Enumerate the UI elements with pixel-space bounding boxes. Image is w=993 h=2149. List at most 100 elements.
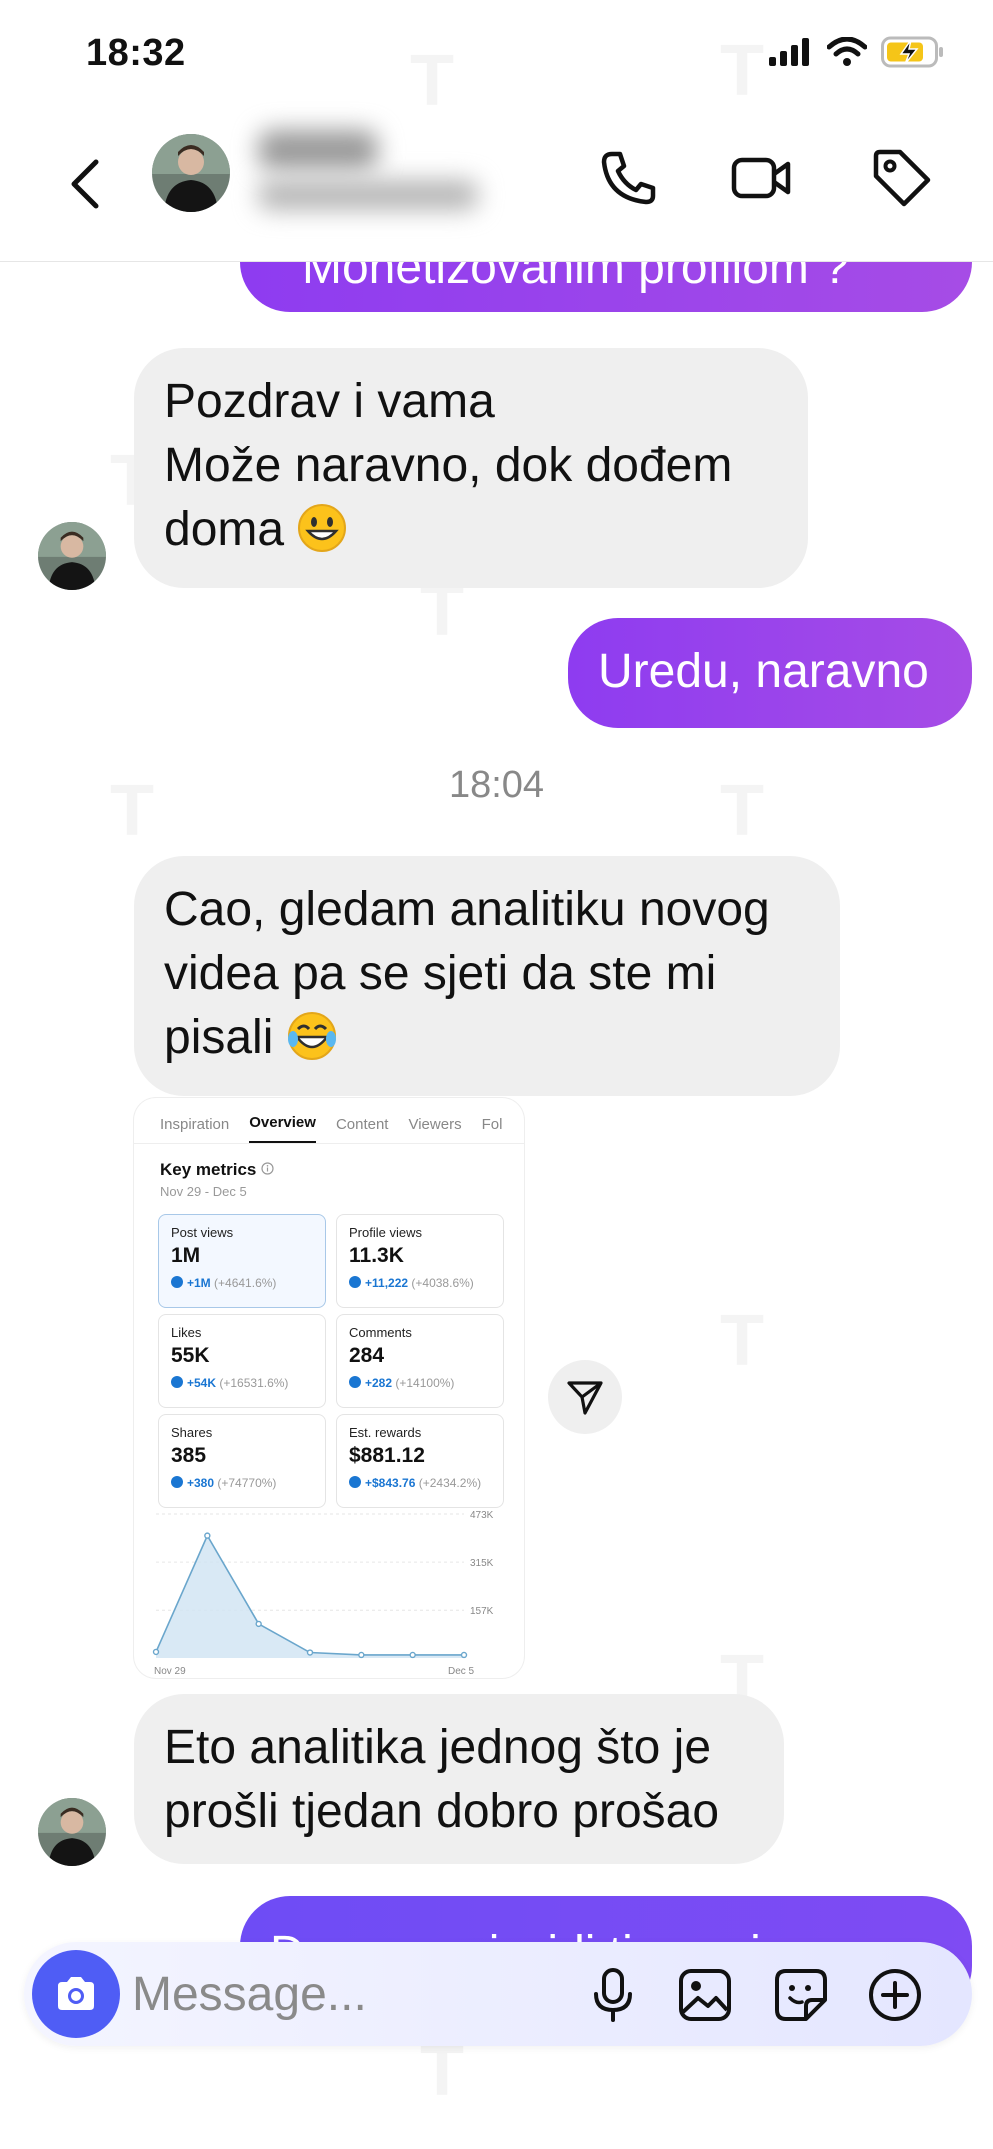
chart-point [255, 1620, 262, 1628]
message-line-text: pisali [164, 1011, 274, 1064]
grinning-face-emoji [297, 503, 347, 553]
metric-change-value: +$843.76 [365, 1476, 416, 1490]
message-input[interactable] [132, 1962, 572, 2026]
message-timestamp: 18:04 [448, 764, 545, 806]
message-incoming[interactable]: Eto analitika jednog što je prošli tjeda… [134, 1694, 784, 1864]
message-line: prošli tjedan dobro prošao [164, 1785, 720, 1838]
sticker-icon[interactable] [772, 1966, 830, 2024]
key-metrics-title: Key metrics [160, 1160, 274, 1180]
analytics-tab-active: Overview [249, 1114, 316, 1143]
metric-label: Comments [349, 1325, 412, 1340]
message-line: doma [164, 498, 778, 562]
contact-name[interactable] [258, 130, 378, 170]
phone-call-icon[interactable] [596, 146, 660, 210]
metric-change-pct: (+2434.2%) [418, 1476, 482, 1490]
arrow-up-icon [349, 1376, 361, 1388]
metric-change-pct: (+4038.6%) [411, 1276, 474, 1290]
chart-y-tick: 473K [470, 1510, 494, 1521]
metric-change-pct: (+74770%) [217, 1476, 277, 1490]
metric-value: 385 [171, 1444, 207, 1467]
date-range: Nov 29 - Dec 5 [160, 1184, 247, 1199]
metric-change: +282 (+14100%) [349, 1376, 491, 1390]
metric-change-pct: (+14100%) [395, 1376, 455, 1390]
message-line: pisali [164, 1006, 810, 1070]
analytics-tabs: Inspiration Overview Content Viewers Fol [134, 1098, 524, 1144]
wifi-icon [827, 37, 867, 66]
status-bar: 18:32 [0, 0, 993, 110]
metric-change-value: +1M [187, 1276, 211, 1290]
metric-change: +380 (+74770%) [171, 1476, 313, 1490]
sender-avatar[interactable] [38, 1798, 106, 1866]
analytics-tab: Content [335, 1116, 389, 1133]
message-incoming[interactable]: Cao, gledam analitiku novog videa pa se … [134, 856, 840, 1096]
arrow-up-icon [171, 1476, 183, 1488]
message-text: Uredu, naravno [598, 645, 929, 698]
metric-change-pct: (+16531.6%) [219, 1376, 289, 1390]
metric-value: 55K [171, 1344, 210, 1367]
metric-change: +$843.76 (+2434.2%) [349, 1476, 491, 1490]
tears-of-joy-emoji [287, 1011, 337, 1061]
chart-point [460, 1651, 468, 1659]
signal-icon [769, 38, 809, 66]
metric-label: Shares [171, 1425, 213, 1440]
chat-screen: T T T T T T T T T T 18:32 [0, 0, 993, 2149]
metric-change: +54K (+16531.6%) [171, 1376, 313, 1390]
image-attachment[interactable]: Inspiration Overview Content Viewers Fol… [134, 1098, 524, 1678]
metric-label: Post views [171, 1225, 234, 1240]
metric-change-value: +380 [187, 1476, 215, 1490]
metric-change-value: +54K [187, 1376, 217, 1390]
plus-circle-icon[interactable] [866, 1966, 924, 2024]
back-arrow-icon[interactable] [62, 144, 112, 224]
metric-value: 11.3K [349, 1244, 404, 1267]
video-call-icon[interactable] [730, 146, 794, 210]
message-outgoing[interactable]: Uredu, naravno [568, 618, 972, 728]
views-chart: 157K 315K 473K Nov 29 Dec 5 [152, 1510, 494, 1677]
share-button[interactable] [548, 1360, 622, 1434]
metric-change: +11,222 (+4038.6%) [349, 1276, 491, 1290]
message-line: Može naravno, dok dođem [164, 439, 733, 492]
status-time: 18:32 [86, 32, 186, 74]
send-arrow-icon [567, 1381, 603, 1415]
arrow-up-icon [349, 1476, 361, 1488]
metric-value: 284 [349, 1344, 385, 1367]
analytics-tab: Inspiration [160, 1116, 230, 1133]
message-composer [24, 1942, 972, 2046]
battery-charging-icon [881, 36, 943, 68]
message-incoming[interactable]: Pozdrav i vama Može naravno, dok dođem d… [134, 348, 808, 588]
chart-x-tick: Nov 29 [154, 1666, 186, 1677]
key-metrics-title-text: Key metrics [160, 1160, 257, 1179]
chart-y-tick: 315K [470, 1558, 494, 1569]
arrow-up-icon [171, 1276, 183, 1288]
arrow-up-icon [349, 1276, 361, 1288]
sender-avatar[interactable] [38, 522, 106, 590]
metric-change-value: +11,222 [365, 1276, 409, 1290]
gallery-icon[interactable] [676, 1966, 734, 2024]
metric-card: Likes 55K +54K (+16531.6%) [158, 1314, 326, 1408]
metric-value: $881.12 [349, 1444, 425, 1467]
message-line: Cao, gledam analitiku novog [164, 883, 770, 936]
metric-change: +1M (+4641.6%) [171, 1276, 313, 1290]
metric-card: Comments 284 +282 (+14100%) [336, 1314, 504, 1408]
chart-area [156, 1535, 464, 1658]
chart-y-tick: 157K [470, 1606, 494, 1617]
analytics-tab: Fol [481, 1116, 503, 1133]
message-line: Eto analitika jednog što je [164, 1721, 712, 1774]
arrow-up-icon [171, 1376, 183, 1388]
microphone-icon[interactable] [584, 1966, 642, 2024]
analytics-tab: Viewers [408, 1116, 462, 1133]
tag-icon[interactable] [870, 146, 934, 210]
metric-label: Est. rewards [349, 1425, 422, 1440]
message-line: Pozdrav i vama [164, 375, 495, 428]
metric-card: Shares 385 +380 (+74770%) [158, 1414, 326, 1508]
chart-point [358, 1651, 365, 1659]
metric-card: Post views 1M +1M (+4641.6%) [158, 1214, 326, 1308]
metric-card: Est. rewards $881.12 +$843.76 (+2434.2%) [336, 1414, 504, 1508]
metric-label: Likes [171, 1325, 202, 1340]
contact-avatar[interactable] [152, 134, 230, 212]
metric-label: Profile views [349, 1225, 422, 1240]
camera-button[interactable] [32, 1950, 120, 2038]
chart-point [409, 1651, 416, 1659]
chart-point [306, 1649, 314, 1656]
message-line: videa pa se sjeti da ste mi [164, 947, 717, 1000]
metric-change-value: +282 [365, 1376, 393, 1390]
